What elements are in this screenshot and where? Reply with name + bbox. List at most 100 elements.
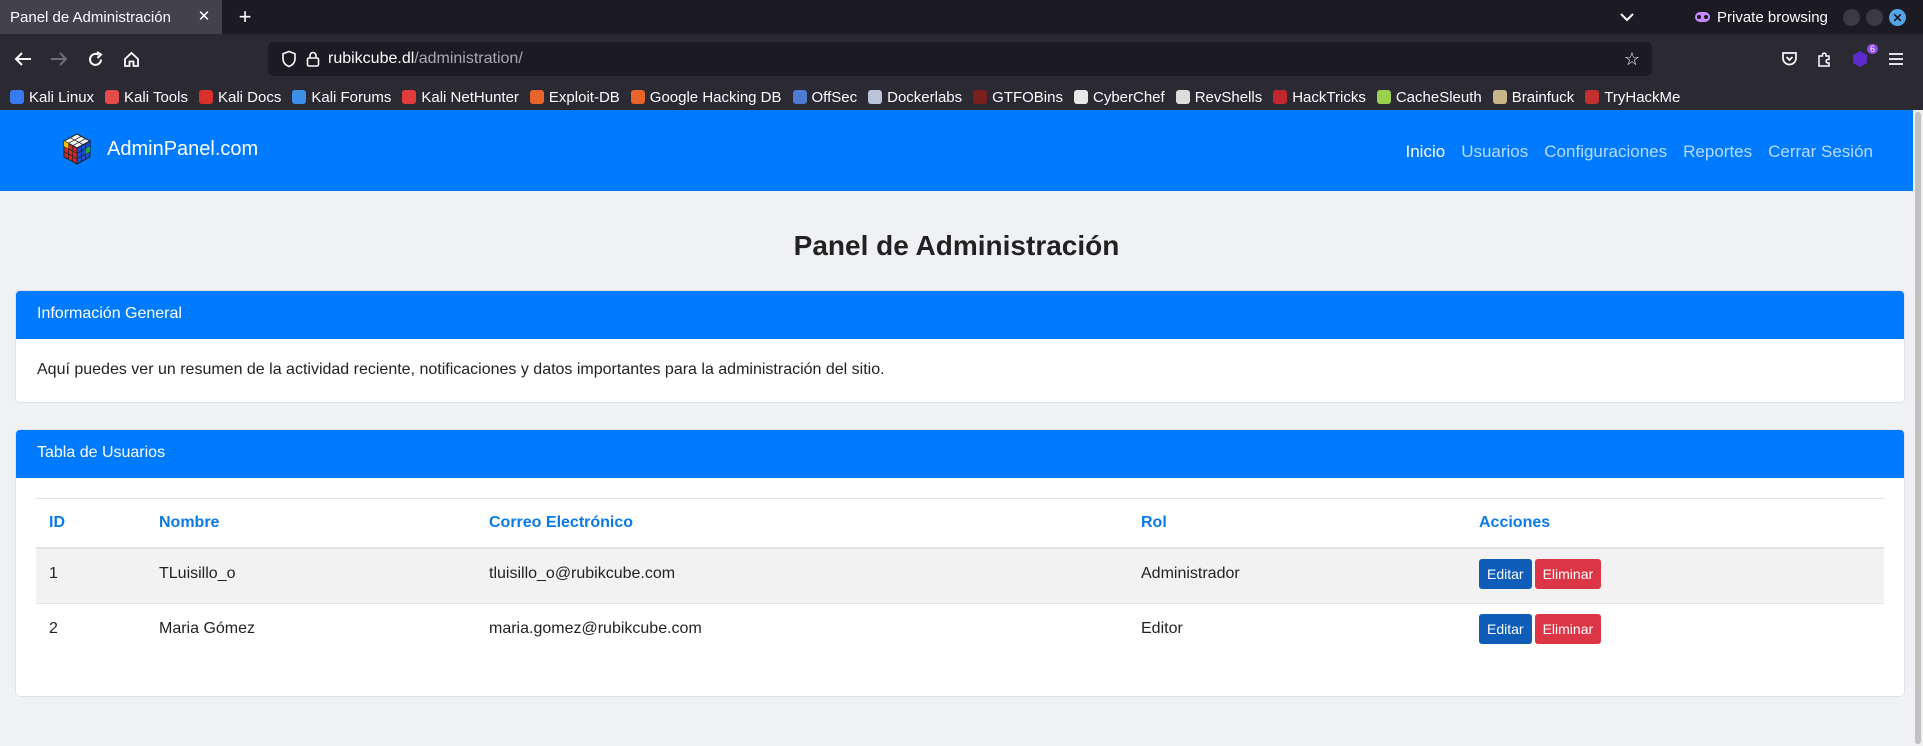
bookmark-label: Kali NetHunter xyxy=(421,88,519,106)
private-browsing-indicator: Private browsing xyxy=(1695,0,1828,34)
tab-bar: Panel de Administración ✕ + Private brow… xyxy=(0,0,1923,34)
bookmark-item[interactable]: OffSec xyxy=(792,88,858,106)
bookmark-label: TryHackMe xyxy=(1604,88,1681,106)
bookmark-item[interactable]: Kali Docs xyxy=(198,88,282,106)
bookmark-item[interactable]: CyberChef xyxy=(1073,88,1165,106)
back-arrow-icon[interactable] xyxy=(11,47,35,71)
bookmark-favicon-icon xyxy=(10,90,24,104)
nav-link-configuraciones[interactable]: Configuraciones xyxy=(1544,142,1667,162)
bookmark-item[interactable]: Dockerlabs xyxy=(868,89,962,106)
bookmark-star-icon[interactable]: ☆ xyxy=(1622,49,1642,69)
cell-name: TLuisillo_o xyxy=(146,547,476,604)
maximize-window-button[interactable] xyxy=(1866,9,1883,26)
cell-id: 1 xyxy=(36,547,146,604)
bookmark-favicon-icon xyxy=(1175,90,1190,104)
bookmark-item[interactable]: TryHackMe xyxy=(1585,89,1680,106)
page-info-lock-icon[interactable] xyxy=(304,50,322,68)
extension-hexagon-icon[interactable]: 6 xyxy=(1848,44,1878,71)
users-table: ID Nombre Correo Electrónico Rol Accione… xyxy=(36,498,1884,660)
bookmark-label: RevShells xyxy=(1194,88,1263,106)
bookmark-item[interactable]: Kali NetHunter xyxy=(402,89,519,106)
bookmark-item[interactable]: Kali Linux xyxy=(10,89,94,106)
scrollbar-thumb[interactable] xyxy=(1915,112,1921,744)
bookmark-favicon-icon xyxy=(1376,90,1391,104)
bookmark-favicon-icon xyxy=(292,90,307,104)
url-text[interactable]: rubikcube.dl/administration/ xyxy=(328,50,523,68)
cell-email: tluisillo_o@rubikcube.com xyxy=(476,547,1128,604)
url-path: /administration/ xyxy=(414,50,523,67)
home-icon[interactable] xyxy=(119,47,143,71)
nav-link-usuarios[interactable]: Usuarios xyxy=(1461,142,1528,162)
column-header-nombre[interactable]: Nombre xyxy=(146,498,476,549)
bookmark-favicon-icon xyxy=(105,90,120,104)
column-header-acciones: Acciones xyxy=(1466,498,1884,549)
bookmark-label: Dockerlabs xyxy=(887,88,963,106)
close-tab-icon[interactable]: ✕ xyxy=(194,6,214,26)
cell-actions: Editar Eliminar xyxy=(1466,547,1884,604)
tab-title: Panel de Administración xyxy=(10,8,171,26)
bookmark-label: Kali Linux xyxy=(29,88,95,106)
table-row: 1 TLuisillo_o tluisillo_o@rubikcube.com … xyxy=(36,547,1884,604)
extensions-puzzle-icon[interactable] xyxy=(1812,47,1836,71)
nav-link-inicio[interactable]: Inicio xyxy=(1406,142,1446,162)
bookmark-label: Kali Docs xyxy=(217,88,282,106)
users-card: Tabla de Usuarios ID Nombre Correo Elect… xyxy=(15,429,1905,697)
bookmark-item[interactable]: Kali Tools xyxy=(105,89,188,106)
bookmark-favicon-icon xyxy=(1073,90,1088,104)
nav-link-reportes[interactable]: Reportes xyxy=(1683,142,1752,162)
reload-icon[interactable] xyxy=(83,47,107,71)
bookmark-favicon-icon xyxy=(1273,90,1288,104)
new-tab-icon[interactable]: + xyxy=(233,4,257,29)
address-bar[interactable]: rubikcube.dl/administration/ ☆ xyxy=(268,42,1652,76)
bookmark-item[interactable]: Brainfuck xyxy=(1492,88,1575,106)
users-card-header: Tabla de Usuarios xyxy=(16,430,1904,478)
table-row: 2 Maria Gómez maria.gomez@rubikcube.com … xyxy=(36,604,1884,660)
table-header-row: ID Nombre Correo Electrónico Rol Accione… xyxy=(36,498,1884,549)
forward-arrow-icon[interactable] xyxy=(47,47,71,71)
bookmark-item[interactable]: Kali Forums xyxy=(292,89,391,106)
bookmark-label: CacheSleuth xyxy=(1395,88,1482,106)
column-header-rol[interactable]: Rol xyxy=(1128,498,1466,549)
edit-user-button[interactable]: Editar xyxy=(1479,558,1532,589)
cell-id: 2 xyxy=(49,620,58,637)
nav-link-cerrar-sesion[interactable]: Cerrar Sesión xyxy=(1768,142,1873,162)
delete-user-button[interactable]: Eliminar xyxy=(1534,614,1602,644)
bookmark-item[interactable]: RevShells xyxy=(1175,88,1263,106)
edit-user-button[interactable]: Editar xyxy=(1479,614,1532,644)
close-window-button[interactable]: ✕ xyxy=(1889,9,1906,26)
cell-role: Editor xyxy=(1141,620,1183,637)
delete-user-button[interactable]: Eliminar xyxy=(1534,558,1602,589)
bookmark-favicon-icon xyxy=(1585,90,1600,104)
bookmark-item[interactable]: GTFOBins xyxy=(973,89,1063,106)
bookmark-item[interactable]: HackTricks xyxy=(1273,89,1366,106)
rubiks-cube-logo-icon xyxy=(62,133,92,165)
bookmark-item[interactable]: Google Hacking DB xyxy=(630,89,782,106)
bookmark-favicon-icon xyxy=(792,90,807,104)
site-brand[interactable]: AdminPanel.com xyxy=(62,132,258,166)
bookmark-favicon-icon xyxy=(198,90,213,104)
menu-hamburger-icon[interactable] xyxy=(1884,47,1908,71)
bookmark-item[interactable]: Exploit-DB xyxy=(529,88,620,106)
list-all-tabs-chevron-icon[interactable] xyxy=(1615,5,1639,29)
site-nav: Inicio Usuarios Configuraciones Reportes… xyxy=(1406,142,1874,162)
tracking-protection-shield-icon[interactable] xyxy=(280,50,298,68)
brand-name: AdminPanel.com xyxy=(107,137,259,160)
column-header-correo[interactable]: Correo Electrónico xyxy=(476,498,1128,549)
site-header: AdminPanel.com Inicio Usuarios Configura… xyxy=(0,110,1913,191)
bookmark-label: Exploit-DB xyxy=(548,88,620,106)
bookmark-label: OffSec xyxy=(811,88,858,106)
bookmark-label: Kali Tools xyxy=(124,88,188,106)
info-card-body: Aquí puedes ver un resumen de la activid… xyxy=(37,361,885,378)
bookmark-item[interactable]: CacheSleuth xyxy=(1376,88,1482,106)
page-scrollbar[interactable] xyxy=(1913,110,1923,746)
browser-tab-active[interactable]: Panel de Administración ✕ xyxy=(0,0,222,34)
bookmark-favicon-icon xyxy=(973,90,988,104)
info-card-header: Información General xyxy=(16,291,1904,339)
cell-actions: Editar Eliminar xyxy=(1466,604,1884,660)
pocket-icon[interactable] xyxy=(1777,47,1801,71)
bookmark-label: CyberChef xyxy=(1092,88,1165,106)
bookmark-favicon-icon xyxy=(402,90,417,104)
column-header-id[interactable]: ID xyxy=(36,498,146,549)
bookmark-label: Brainfuck xyxy=(1511,88,1575,106)
minimize-window-button[interactable] xyxy=(1843,9,1860,26)
